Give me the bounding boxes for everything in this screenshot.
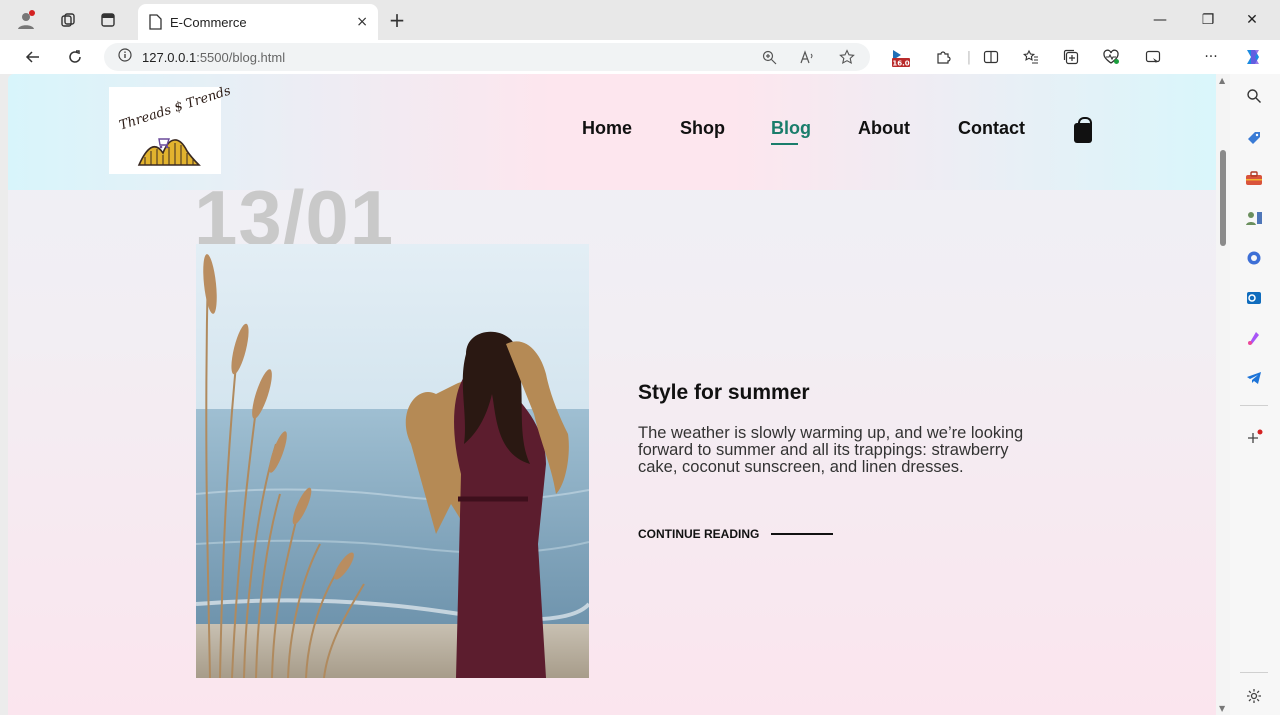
telegram-icon[interactable] (1242, 366, 1266, 390)
minimize-button[interactable]: — (1140, 8, 1180, 32)
favorites-icon[interactable] (1018, 45, 1044, 69)
nav-active-underline (771, 143, 798, 145)
workspaces-icon[interactable] (56, 8, 80, 32)
designer-icon[interactable] (1242, 326, 1266, 350)
site-info-icon[interactable] (118, 48, 132, 66)
refresh-icon[interactable] (62, 45, 88, 69)
new-tab-button[interactable]: + (385, 8, 409, 32)
sidebar-bottom-divider (1240, 672, 1268, 673)
tools-briefcase-icon[interactable] (1242, 166, 1266, 190)
nav-shop[interactable]: Shop (680, 118, 725, 139)
back-arrow-icon[interactable] (20, 45, 46, 69)
profile-icon[interactable] (14, 8, 38, 32)
svg-text:16.0: 16.0 (892, 60, 909, 68)
site-logo[interactable]: Threads $ Trends (109, 83, 233, 174)
copilot-icon[interactable] (1240, 45, 1266, 69)
browser-tab-bar: E-Commerce × + — ❐ ✕ (0, 0, 1280, 40)
nav-blog[interactable]: Blog (771, 118, 811, 139)
split-screen-icon[interactable] (978, 45, 1004, 69)
page-viewport: Threads $ Trends Home Shop Blog About Co… (8, 74, 1216, 715)
continue-reading-line (771, 533, 834, 535)
browser-toolbar: 127.0.0.1:5500/blog.html 16.0 | ··· (0, 40, 1280, 74)
post-image[interactable] (196, 244, 589, 678)
edge-sidebar (1230, 74, 1280, 715)
page-scrollbar[interactable]: ▲ ▼ (1216, 74, 1230, 715)
microsoft-365-icon[interactable] (1242, 246, 1266, 270)
browser-essentials-icon[interactable] (1098, 45, 1124, 69)
scroll-up-arrow-icon[interactable]: ▲ (1219, 76, 1225, 85)
sidebar-settings-gear-icon[interactable] (1242, 684, 1266, 708)
tab-close-icon[interactable]: × (356, 14, 368, 30)
shopping-tag-icon[interactable] (1242, 126, 1266, 150)
continue-reading-label: CONTINUE READING (638, 527, 760, 541)
active-tab[interactable]: E-Commerce × (138, 4, 378, 40)
page-icon (149, 14, 162, 30)
vertical-tabs-icon[interactable] (96, 8, 120, 32)
scroll-thumb[interactable] (1220, 150, 1226, 246)
search-icon[interactable] (1242, 84, 1266, 108)
url-text: 127.0.0.1:5500/blog.html (142, 49, 286, 65)
collections-icon[interactable] (1058, 45, 1084, 69)
logo-mountain-icon (137, 138, 201, 166)
shopping-bag-icon[interactable] (1074, 117, 1092, 143)
site-header: Threads $ Trends Home Shop Blog About Co… (8, 74, 1216, 190)
settings-more-button[interactable]: ··· (1198, 45, 1224, 69)
restore-button[interactable]: ❐ (1188, 8, 1228, 32)
extension-badge-icon[interactable]: 16.0 (888, 45, 914, 69)
add-sidebar-app-icon[interactable] (1242, 426, 1266, 450)
read-aloud-icon[interactable] (794, 45, 820, 69)
sidebar-divider (1240, 405, 1268, 406)
scroll-down-arrow-icon[interactable]: ▼ (1219, 704, 1225, 713)
screenshot-icon[interactable] (1140, 45, 1166, 69)
post-excerpt: The weather is slowly warming up, and we… (638, 424, 1024, 476)
extensions-puzzle-icon[interactable] (930, 45, 956, 69)
close-window-button[interactable]: ✕ (1232, 8, 1272, 32)
post-title[interactable]: Style for summer (638, 381, 810, 405)
games-icon[interactable] (1242, 206, 1266, 230)
favorite-star-icon[interactable] (834, 45, 860, 69)
logo-text: Threads $ Trends (117, 83, 233, 134)
continue-reading-link[interactable]: CONTINUE READING (638, 527, 834, 541)
nav-home[interactable]: Home (582, 118, 632, 139)
tab-title: E-Commerce (170, 14, 247, 30)
outlook-icon[interactable] (1242, 286, 1266, 310)
zoom-icon[interactable] (756, 45, 782, 69)
nav-contact[interactable]: Contact (958, 118, 1025, 139)
nav-about[interactable]: About (858, 118, 910, 139)
